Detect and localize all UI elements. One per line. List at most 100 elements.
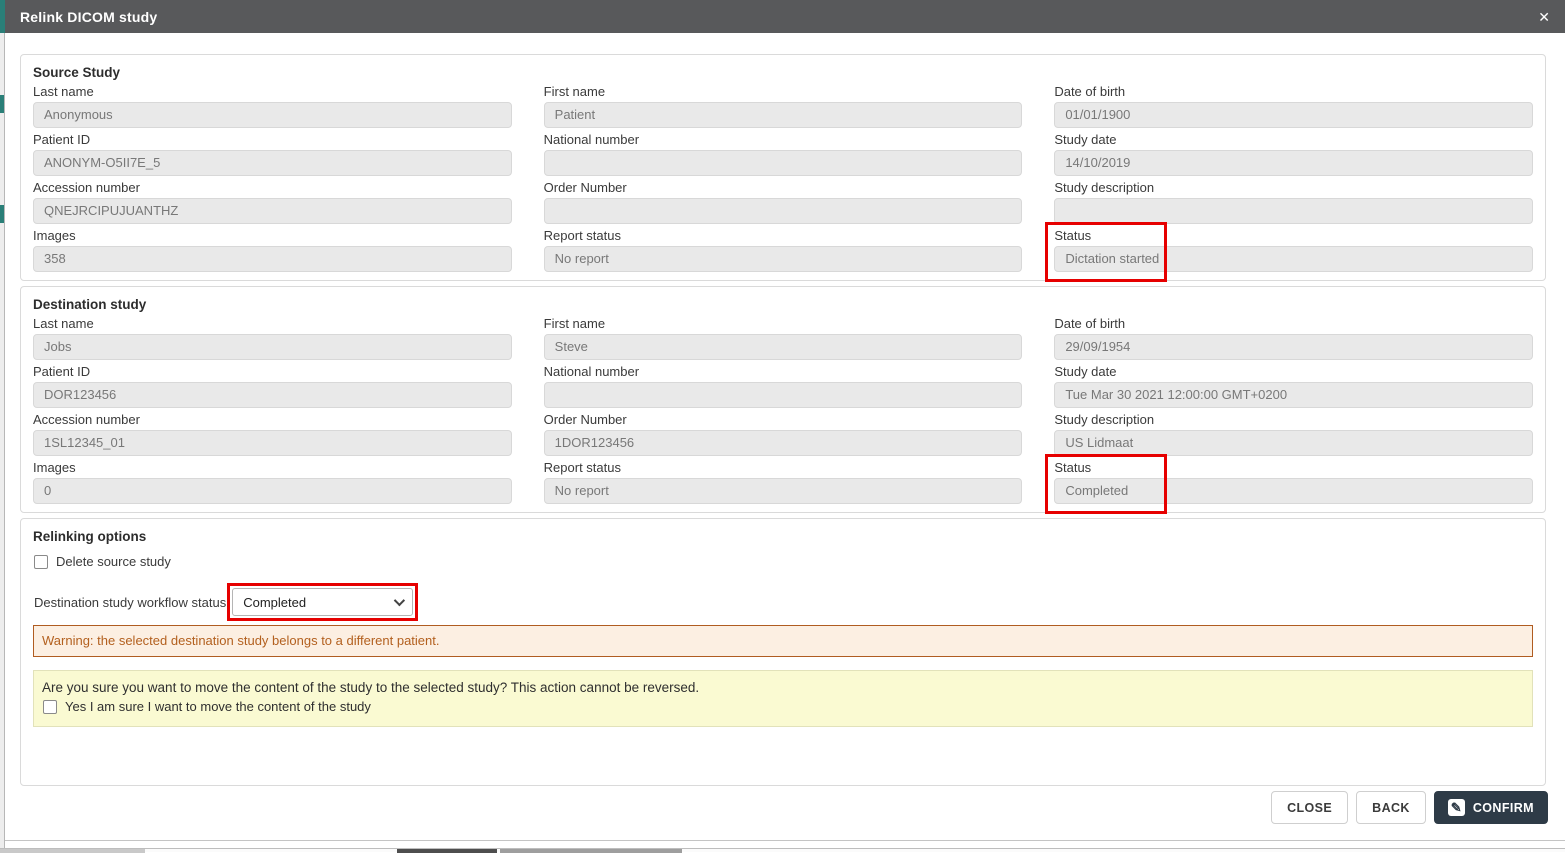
source-national-number-field: National number: [544, 132, 1023, 176]
field-label: Study date: [1054, 364, 1533, 379]
warning-text: Warning: the selected destination study …: [42, 633, 439, 648]
source-patient-id-input: ANONYM-O5II7E_5: [33, 150, 512, 176]
dialog-footer: CLOSE BACK ✎ CONFIRM: [1271, 791, 1548, 824]
destination-report-status-field: Report status No report: [544, 460, 1023, 504]
close-button[interactable]: CLOSE: [1271, 791, 1348, 824]
destination-study-date-field: Study date Tue Mar 30 2021 12:00:00 GMT+…: [1054, 364, 1533, 408]
confirmation-checkbox-row: Yes I am sure I want to move the content…: [43, 699, 1524, 715]
destination-date-of-birth-field: Date of birth 29/09/1954: [1054, 316, 1533, 360]
source-status-input: Dictation started: [1054, 246, 1533, 272]
dialog-body: Source Study Last name Anonymous Patient…: [5, 33, 1565, 841]
destination-study-grid: Last name Jobs Patient ID DOR123456 Acce…: [33, 312, 1533, 504]
source-accession-number-field: Accession number QNEJRCIPUJUANTHZ: [33, 180, 512, 224]
confirm-button[interactable]: ✎ CONFIRM: [1434, 791, 1548, 824]
relinking-options-heading: Relinking options: [33, 525, 1533, 544]
field-label: Study date: [1054, 132, 1533, 147]
destination-last-name-field: Last name Jobs: [33, 316, 512, 360]
close-icon[interactable]: ✕: [1538, 10, 1550, 24]
destination-study-description-field: Study description US Lidmaat: [1054, 412, 1533, 456]
source-col-3: Date of birth 01/01/1900 Study date 14/1…: [1054, 80, 1533, 272]
source-col-2: First name Patient National number Order…: [544, 80, 1023, 272]
destination-images-input: 0: [33, 478, 512, 504]
field-label: Date of birth: [1054, 316, 1533, 331]
destination-study-description-input: US Lidmaat: [1054, 430, 1533, 456]
field-label: Report status: [544, 228, 1023, 243]
background-teal-mark: [0, 95, 4, 113]
field-label: Order Number: [544, 412, 1023, 427]
source-accession-number-input: QNEJRCIPUJUANTHZ: [33, 198, 512, 224]
field-label: Accession number: [33, 180, 512, 195]
destination-first-name-field: First name Steve: [544, 316, 1023, 360]
back-button[interactable]: BACK: [1356, 791, 1426, 824]
workflow-status-select[interactable]: Completed: [232, 588, 413, 616]
relinking-options-panel: Relinking options Delete source study De…: [20, 518, 1546, 786]
workflow-status-select-wrap: Completed: [232, 588, 413, 616]
workflow-status-selected-value: Completed: [243, 595, 306, 610]
field-label: Report status: [544, 460, 1023, 475]
destination-order-number-input: 1DOR123456: [544, 430, 1023, 456]
workflow-status-label: Destination study workflow status: [34, 595, 226, 610]
source-date-of-birth-field: Date of birth 01/01/1900: [1054, 84, 1533, 128]
source-national-number-input: [544, 150, 1023, 176]
delete-source-study-label: Delete source study: [56, 554, 171, 569]
source-last-name-field: Last name Anonymous: [33, 84, 512, 128]
field-label: Last name: [33, 84, 512, 99]
destination-report-status-input: No report: [544, 478, 1023, 504]
confirmation-checkbox-label: Yes I am sure I want to move the content…: [65, 699, 371, 715]
field-label: Patient ID: [33, 132, 512, 147]
destination-national-number-input: [544, 382, 1023, 408]
bottom-strip-segment: [397, 849, 497, 853]
source-study-date-input: 14/10/2019: [1054, 150, 1533, 176]
destination-national-number-field: National number: [544, 364, 1023, 408]
destination-first-name-input: Steve: [544, 334, 1023, 360]
bottom-strip-segment: [500, 849, 682, 853]
destination-accession-number-field: Accession number 1SL12345_01: [33, 412, 512, 456]
source-patient-id-field: Patient ID ANONYM-O5II7E_5: [33, 132, 512, 176]
destination-date-of-birth-input: 29/09/1954: [1054, 334, 1533, 360]
source-study-description-input: [1054, 198, 1533, 224]
field-label: Order Number: [544, 180, 1023, 195]
field-label: Study description: [1054, 412, 1533, 427]
destination-patient-id-field: Patient ID DOR123456: [33, 364, 512, 408]
destination-col-1: Last name Jobs Patient ID DOR123456 Acce…: [33, 312, 512, 504]
source-date-of-birth-input: 01/01/1900: [1054, 102, 1533, 128]
field-label: Last name: [33, 316, 512, 331]
confirmation-checkbox[interactable]: [43, 700, 57, 714]
source-study-grid: Last name Anonymous Patient ID ANONYM-O5…: [33, 80, 1533, 272]
delete-source-study-row: Delete source study: [34, 554, 1533, 569]
source-images-field: Images 358: [33, 228, 512, 272]
source-study-heading: Source Study: [33, 61, 1533, 80]
source-study-description-field: Study description: [1054, 180, 1533, 224]
field-label: First name: [544, 84, 1023, 99]
confirm-button-label: CONFIRM: [1473, 801, 1534, 815]
field-label: Accession number: [33, 412, 512, 427]
destination-study-heading: Destination study: [33, 293, 1533, 312]
destination-study-date-input: Tue Mar 30 2021 12:00:00 GMT+0200: [1054, 382, 1533, 408]
destination-order-number-field: Order Number 1DOR123456: [544, 412, 1023, 456]
destination-last-name-input: Jobs: [33, 334, 512, 360]
destination-study-panel: Destination study Last name Jobs Patient…: [20, 286, 1546, 513]
field-label: Study description: [1054, 180, 1533, 195]
field-label: Patient ID: [33, 364, 512, 379]
destination-accession-number-input: 1SL12345_01: [33, 430, 512, 456]
destination-status-input: Completed: [1054, 478, 1533, 504]
source-first-name-field: First name Patient: [544, 84, 1023, 128]
field-label: Status: [1054, 460, 1533, 475]
field-label: National number: [544, 132, 1023, 147]
chevron-down-icon: [394, 595, 405, 606]
source-order-number-input: [544, 198, 1023, 224]
delete-source-study-checkbox[interactable]: [34, 555, 48, 569]
field-label: Status: [1054, 228, 1533, 243]
source-order-number-field: Order Number: [544, 180, 1023, 224]
destination-col-3: Date of birth 29/09/1954 Study date Tue …: [1054, 312, 1533, 504]
field-label: Images: [33, 228, 512, 243]
source-report-status-input: No report: [544, 246, 1023, 272]
source-last-name-input: Anonymous: [33, 102, 512, 128]
source-status-field: Status Dictation started: [1054, 228, 1533, 272]
destination-patient-id-input: DOR123456: [33, 382, 512, 408]
field-label: Date of birth: [1054, 84, 1533, 99]
source-study-date-field: Study date 14/10/2019: [1054, 132, 1533, 176]
source-col-1: Last name Anonymous Patient ID ANONYM-O5…: [33, 80, 512, 272]
dialog-title: Relink DICOM study: [20, 9, 157, 25]
source-study-panel: Source Study Last name Anonymous Patient…: [20, 54, 1546, 281]
